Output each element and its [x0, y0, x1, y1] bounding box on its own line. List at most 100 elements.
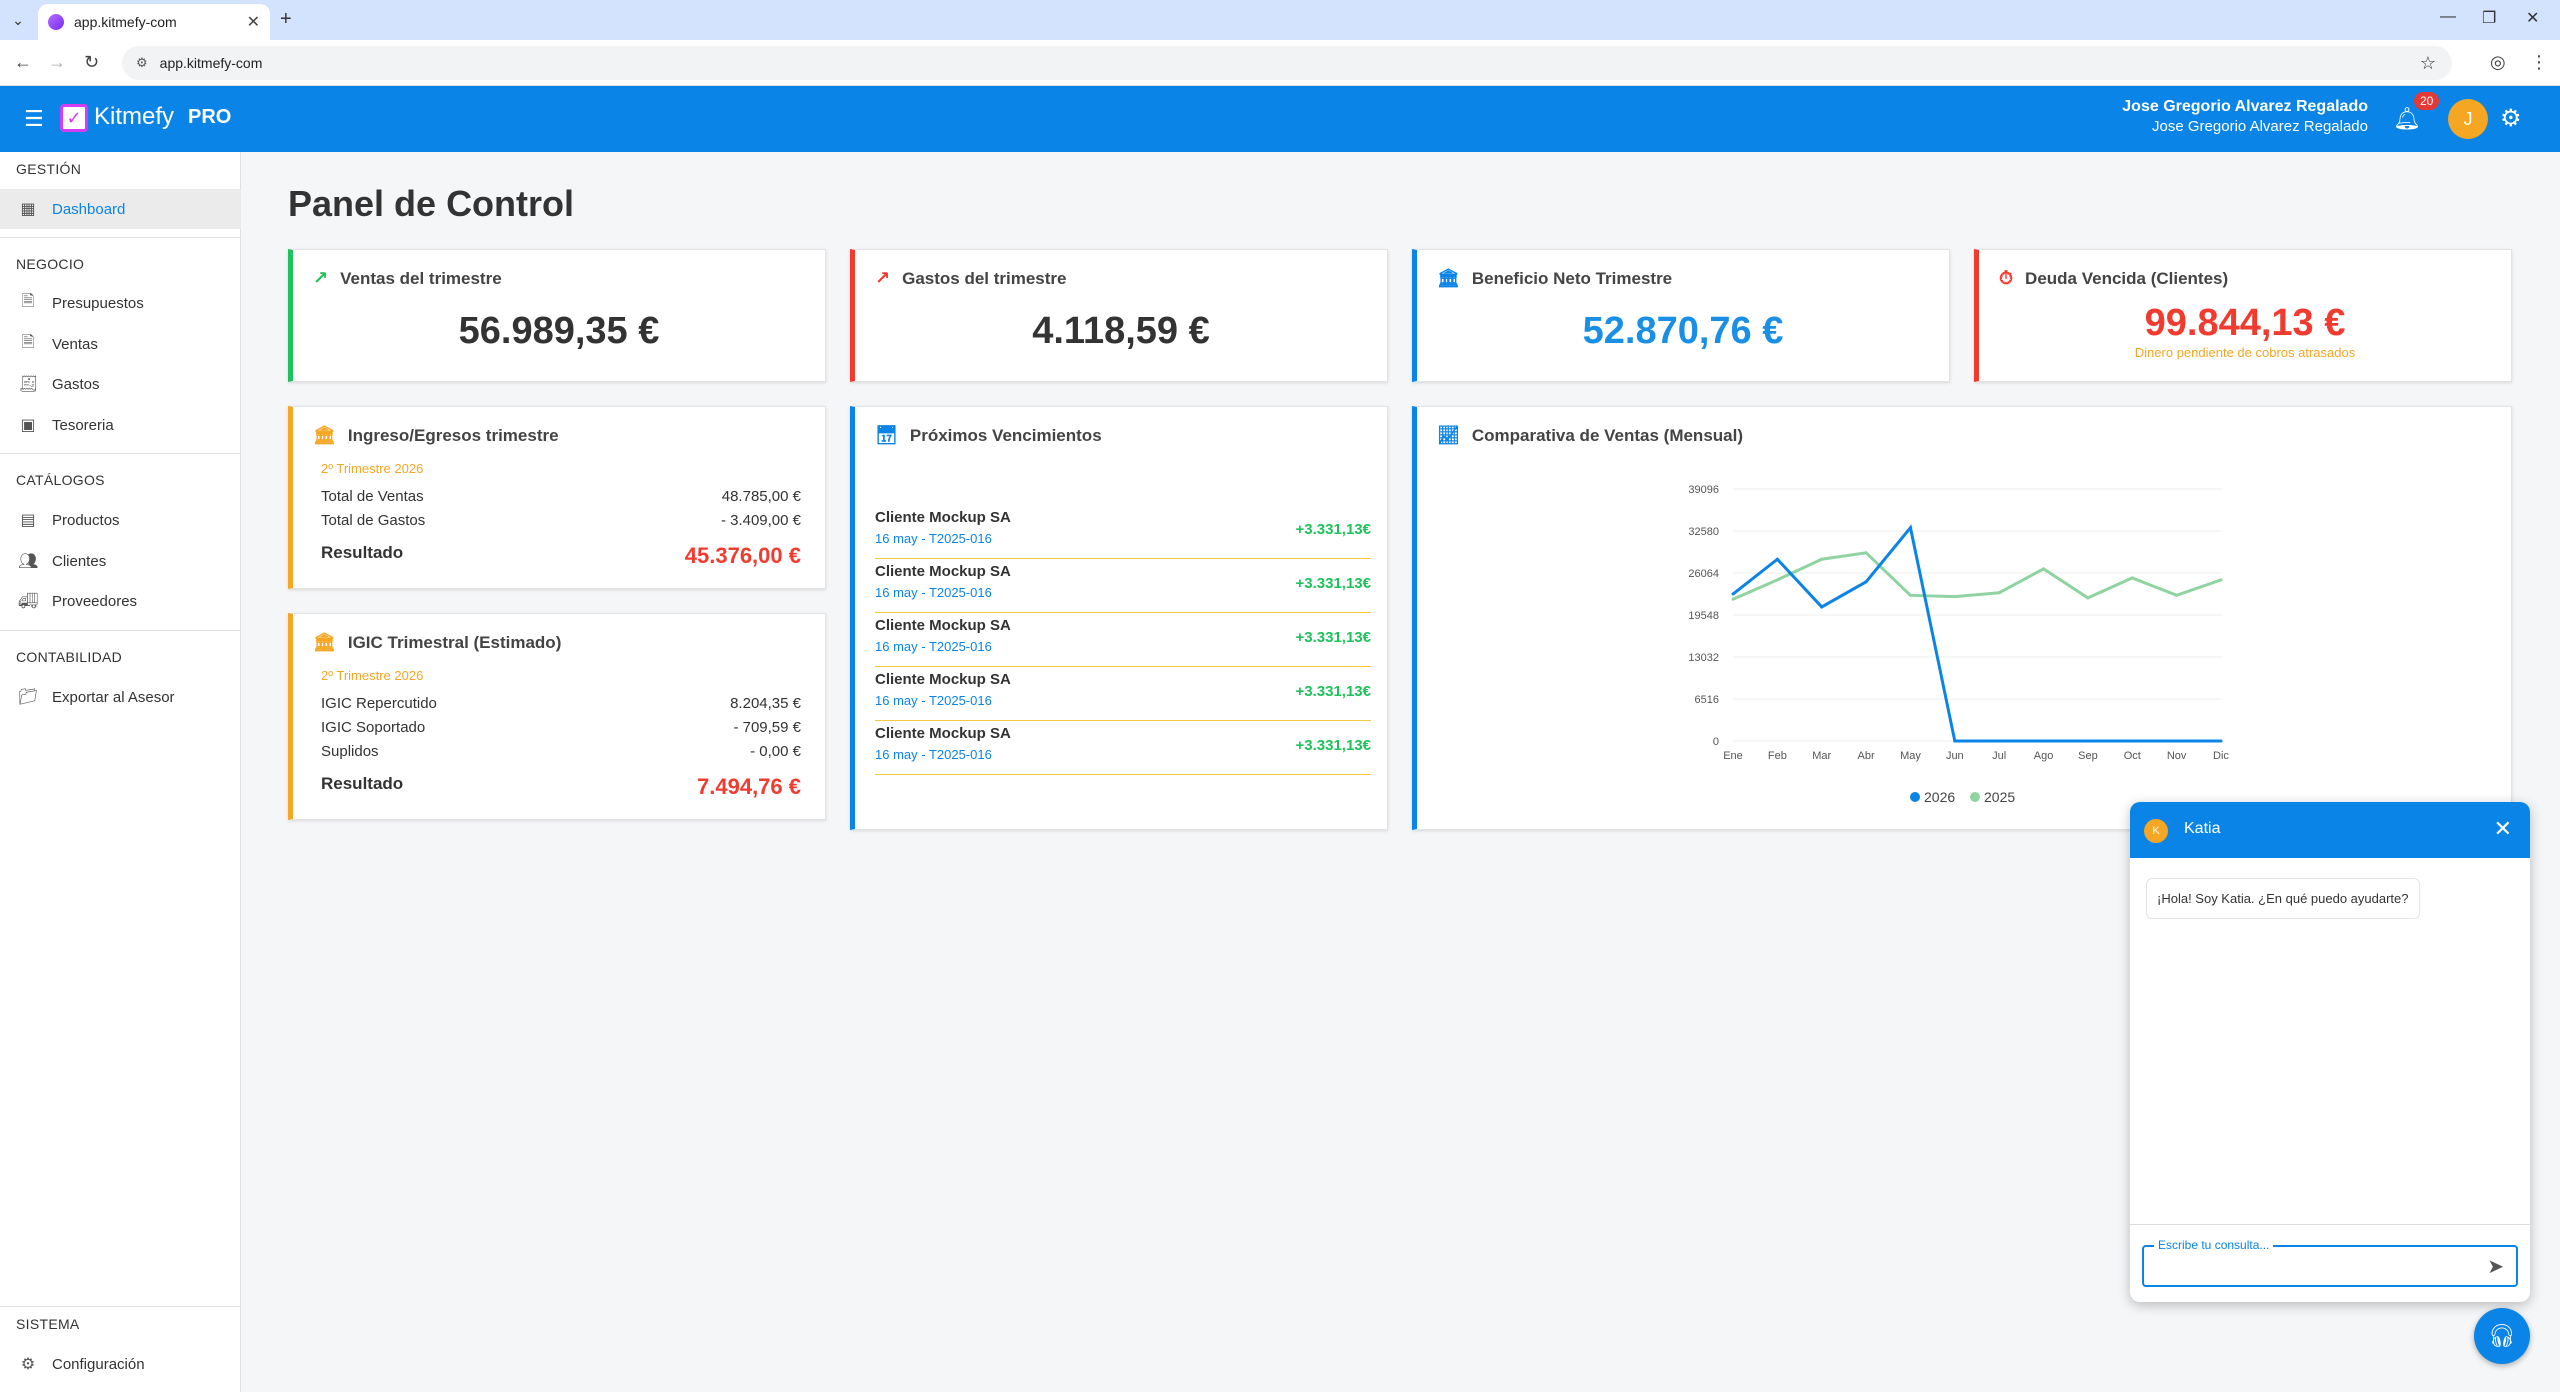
- budget-document-icon: 🗎: [21, 292, 35, 310]
- period-label: 2º Trimestre 2026: [321, 668, 424, 683]
- browser-tab[interactable]: app.kitmefy-com ✕: [38, 4, 270, 40]
- chat-close-icon[interactable]: ✕: [2494, 816, 2512, 842]
- list-item[interactable]: Cliente Mockup SA 16 may - T2025-016 +3.…: [875, 721, 1371, 775]
- summary-row: IGIC Soportado - 709,59 €: [321, 719, 801, 736]
- summary-row: IGIC Repercutido 8.204,35 €: [321, 695, 801, 712]
- list-item[interactable]: Cliente Mockup SA 16 may - T2025-016 +3.…: [875, 667, 1371, 721]
- notifications-bell-icon[interactable]: 🔔︎: [2393, 106, 2421, 132]
- new-tab-button[interactable]: +: [280, 8, 292, 31]
- result-value: 45.376,00 €: [684, 543, 801, 568]
- data-point: [1864, 551, 1868, 555]
- kpi-card-ventas: ↗ Ventas del trimestre 56.989,35 €: [288, 249, 826, 382]
- x-tick-label: Jun: [1946, 750, 1964, 762]
- card-header: 🏛︎ Beneficio Neto Trimestre: [1437, 268, 1672, 289]
- people-icon: 👥︎: [18, 553, 39, 570]
- section-gestion: GESTIÓN: [16, 161, 82, 177]
- calendar-icon: 📅︎: [875, 425, 898, 445]
- send-icon[interactable]: ➤: [2487, 1254, 2504, 1279]
- bookmark-star-icon[interactable]: ☆: [2420, 53, 2436, 74]
- chat-input-field[interactable]: Escribe tu consulta... ➤: [2142, 1238, 2518, 1287]
- list-item[interactable]: Cliente Mockup SA 16 may - T2025-016 +3.…: [875, 613, 1371, 667]
- summary-row: Total de Ventas 48.785,00 €: [321, 488, 801, 505]
- reload-icon[interactable]: ↻: [84, 52, 99, 73]
- row-label: IGIC Soportado: [321, 719, 426, 736]
- settings-gear-icon[interactable]: ⚙: [2500, 104, 2522, 133]
- y-tick-label: 26064: [1688, 568, 1719, 580]
- legend-dot-2025: [1970, 792, 1980, 802]
- sales-line-chart: 0 6516 13032 19548 26064 32580 39096 Ene Feb Mar A…: [1688, 484, 2229, 805]
- data-point: [2042, 567, 2046, 571]
- card-title: Deuda Vencida (Clientes): [2025, 268, 2229, 288]
- sidebar-item-label: Ventas: [52, 335, 98, 353]
- tab-close-icon[interactable]: ✕: [247, 12, 260, 32]
- sidebar-item-label: Exportar al Asesor: [52, 688, 175, 706]
- chat-panel: K Katia ✕ ¡Hola! Soy Katia. ¿En qué pued…: [2130, 802, 2530, 1302]
- sidebar: GESTIÓN ▦ Dashboard NEGOCIO 🗎 Presupuest…: [0, 152, 241, 1392]
- sidebar-item-configuracion[interactable]: ⚙ Configuración: [0, 1344, 241, 1384]
- row-value: - 3.409,00 €: [720, 512, 801, 529]
- list-item[interactable]: Cliente Mockup SA 16 may - T2025-016 +3.…: [875, 559, 1371, 613]
- data-point: [1953, 739, 1957, 743]
- kpi-value: 56.989,35 €: [458, 310, 660, 352]
- avatar[interactable]: J: [2448, 99, 2488, 139]
- bank-icon: 🏛︎: [313, 425, 336, 445]
- browser-tab-bar: ⌄ app.kitmefy-com ✕ + — ❐ ✕: [0, 0, 2560, 40]
- sidebar-item-presupuestos[interactable]: 🗎 Presupuestos: [0, 283, 241, 323]
- window-close-icon[interactable]: ✕: [2526, 8, 2539, 28]
- sidebar-item-proveedores[interactable]: 🚚︎ Proveedores: [0, 581, 241, 621]
- row-value: 8.204,35 €: [730, 695, 801, 712]
- site-info-icon[interactable]: ⚙: [136, 55, 148, 71]
- sidebar-item-ventas[interactable]: 🗎 Ventas: [0, 324, 241, 364]
- tab-search-icon[interactable]: ⌄: [6, 8, 30, 32]
- data-point: [1908, 526, 1912, 530]
- sidebar-item-productos[interactable]: ▤ Productos: [0, 500, 241, 540]
- y-tick-label: 19548: [1688, 610, 1719, 622]
- forward-icon[interactable]: →: [48, 52, 66, 73]
- divider: [0, 237, 241, 238]
- sidebar-item-label: Configuración: [52, 1355, 145, 1373]
- address-bar[interactable]: ⚙ app.kitmefy-com ☆: [122, 46, 2452, 80]
- sidebar-item-dashboard[interactable]: ▦ Dashboard: [0, 189, 241, 229]
- kpi-value: 99.844,13 €: [2144, 302, 2346, 344]
- receipt-icon: 🧾︎: [18, 376, 39, 393]
- due-amount: +3.331,13€: [1295, 521, 1372, 538]
- sidebar-item-label: Clientes: [52, 552, 107, 570]
- row-label: Suplidos: [321, 743, 379, 760]
- page-title: Panel de Control: [288, 183, 575, 224]
- chat-input[interactable]: [2156, 1255, 2456, 1279]
- favicon-icon: [48, 14, 64, 30]
- summary-row: Total de Gastos - 3.409,00 €: [321, 512, 801, 529]
- user-info[interactable]: Jose Gregorio Alvarez Regalado Jose Greg…: [2122, 98, 2368, 135]
- back-icon[interactable]: ←: [14, 52, 32, 73]
- sales-chart-card: 📈︎ Comparativa de Ventas (Mensual) 0 6516…: [1412, 406, 2512, 830]
- sidebar-item-gastos[interactable]: 🧾︎ Gastos: [0, 364, 241, 404]
- list-item[interactable]: Cliente Mockup SA 16 may - T2025-016 +3.…: [875, 505, 1371, 559]
- menu-hamburger-icon[interactable]: ☰: [24, 106, 44, 132]
- browser-menu-icon[interactable]: ⋮: [2530, 52, 2548, 73]
- kitmefy-logo-icon: ✓: [60, 104, 88, 132]
- data-point: [1775, 557, 1779, 561]
- sidebar-item-clientes[interactable]: 👥︎ Clientes: [0, 541, 241, 581]
- maximize-icon[interactable]: ❐: [2482, 8, 2496, 28]
- profile-icon[interactable]: ◎: [2490, 52, 2506, 73]
- vencimientos-card: 📅︎ Próximos Vencimientos Cliente Mockup …: [850, 406, 1388, 830]
- card-header: ↗ Ventas del trimestre: [313, 268, 502, 289]
- sidebar-item-tesoreria[interactable]: ▣ Tesoreria: [0, 405, 241, 445]
- data-point: [1864, 580, 1868, 584]
- x-tick-label: May: [1900, 750, 1921, 762]
- sidebar-item-exportar[interactable]: 📁︎ Exportar al Asesor: [0, 677, 241, 717]
- card-header: ↗ Gastos del trimestre: [875, 268, 1067, 289]
- divider: [0, 1306, 241, 1307]
- sidebar-item-label: Presupuestos: [52, 294, 144, 312]
- card-title: Beneficio Neto Trimestre: [1471, 268, 1673, 288]
- sidebar-item-label: Productos: [52, 511, 120, 529]
- card-header: 📈︎ Comparativa de Ventas (Mensual): [1437, 425, 1743, 446]
- data-point: [1997, 739, 2001, 743]
- legend-label: 2026: [1924, 789, 1955, 805]
- chat-agent-name: Katia: [2184, 820, 2221, 837]
- support-chat-button[interactable]: 🎧︎: [2474, 1308, 2530, 1364]
- y-tick-label: 0: [1713, 736, 1719, 748]
- kpi-card-deuda: ⏱︎ Deuda Vencida (Clientes) 99.844,13 € …: [1974, 249, 2512, 382]
- minimize-icon[interactable]: —: [2440, 8, 2456, 26]
- y-tick-label: 13032: [1688, 652, 1719, 664]
